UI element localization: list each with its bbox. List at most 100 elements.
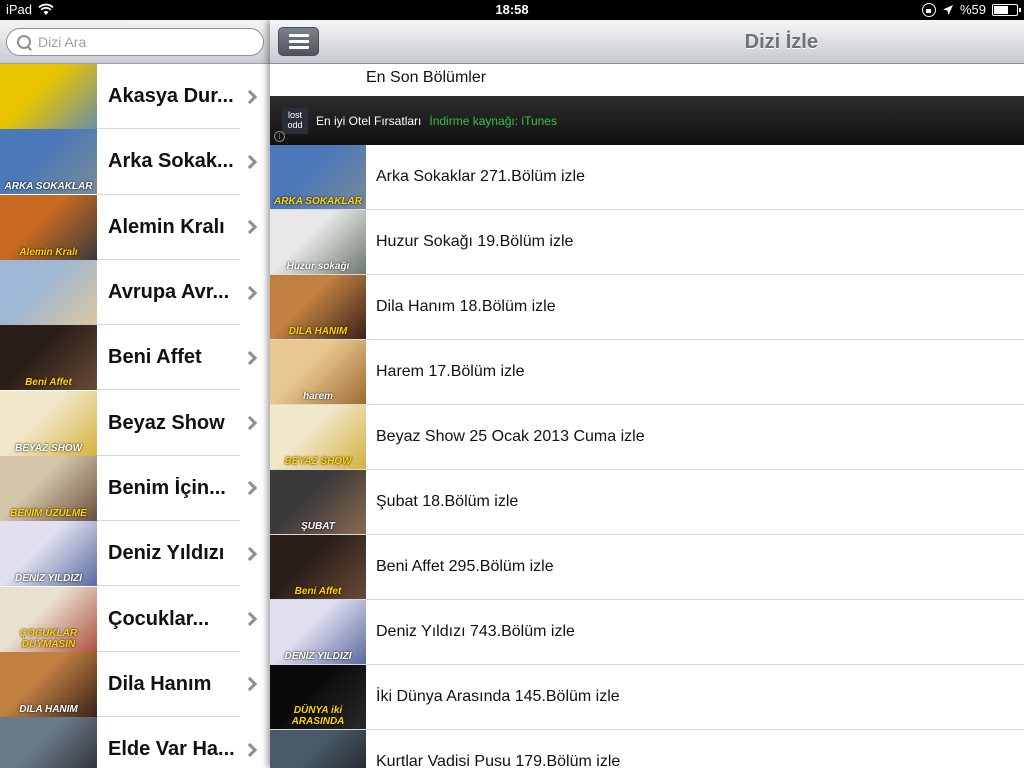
thumbnail-image: harem — [270, 340, 366, 404]
episode-row[interactable]: Huzur sokağı Huzur Sokağı 19.Bölüm izle — [270, 210, 1024, 275]
thumbnail-image: Beni Affet — [270, 535, 366, 599]
thumbnail-image: DENİZ YILDIZI — [0, 521, 97, 587]
episode-row[interactable]: harem Harem 17.Bölüm izle — [270, 340, 1024, 405]
status-time: 18:58 — [495, 2, 529, 17]
episode-title: Arka Sokaklar 271.Bölüm izle — [376, 168, 585, 185]
battery-icon — [992, 3, 1021, 16]
thumbnail-caption: ÇOCUKLAR DUYMASIN — [19, 627, 78, 650]
episode-row[interactable]: ARKA SOKAKLAR Arka Sokaklar 271.Bölüm izl… — [270, 145, 1024, 210]
series-row[interactable]: ÇOCUKLAR DUYMASIN Çocuklar... — [0, 586, 270, 652]
series-row[interactable]: Beni Affet Beni Affet — [0, 325, 270, 391]
series-name: Beyaz Show — [108, 411, 225, 434]
series-row[interactable]: BEYAZ SHOW Beyaz Show — [0, 390, 270, 457]
thumbnail-image: ARKA SOKAKLAR — [270, 145, 366, 209]
series-name: Alemin Kralı — [108, 215, 225, 238]
episode-list: ARKA SOKAKLAR Arka Sokaklar 271.Bölüm izl… — [270, 145, 1024, 768]
episode-row[interactable]: BEYAZ SHOW Beyaz Show 25 Ocak 2013 Cuma i… — [270, 405, 1024, 470]
episode-row[interactable]: DÜNYA iki ARASINDA İki Dünya Arasında 145… — [270, 665, 1024, 730]
thumbnail-image: BEYAZ SHOW — [0, 390, 97, 456]
chevron-right-icon — [239, 413, 261, 433]
thumbnail-image: Alemin Kralı — [0, 194, 97, 260]
episode-title: Beni Affet 295.Bölüm izle — [376, 558, 554, 575]
search-input[interactable] — [38, 34, 238, 50]
thumbnail-image: BENİM ÜZÜLME — [0, 455, 97, 521]
status-bar: iPad 18:58 %59 — [0, 0, 1024, 20]
thumbnail-image: ŞUBAT — [270, 470, 366, 534]
series-name: Dila Hanım — [108, 672, 212, 695]
location-icon — [942, 4, 953, 15]
thumbnail-caption: Alemin Kralı — [19, 246, 78, 258]
episode-title: Kurtlar Vadisi Pusu 179.Bölüm izle — [376, 753, 621, 768]
chevron-right-icon — [239, 348, 261, 368]
chevron-right-icon — [239, 674, 261, 694]
thumbnail-image — [0, 64, 97, 130]
rotation-lock-icon — [921, 2, 936, 17]
series-name: Avrupa Avr... — [108, 281, 230, 304]
episode-title: Huzur Sokağı 19.Bölüm izle — [376, 233, 574, 250]
chevron-right-icon — [239, 478, 261, 498]
thumbnail-caption: BENİM ÜZÜLME — [10, 507, 87, 519]
chevron-right-icon — [239, 740, 261, 760]
battery-percent: %59 — [959, 2, 986, 17]
series-row[interactable]: Elde Var Ha... — [0, 716, 270, 768]
episode-row[interactable]: DENİZ YILDIZI Deniz Yıldızı 743.Bölüm izl… — [270, 600, 1024, 665]
series-name: Elde Var Ha... — [108, 738, 235, 761]
series-row[interactable]: Akasya Dur... — [0, 64, 270, 130]
thumbnail-image: DÜNYA iki ARASINDA — [270, 665, 366, 729]
main-panel: Dizi İzle En Son Bölümler lost odd En iy… — [270, 20, 1024, 768]
series-name: Beni Affet — [108, 346, 202, 369]
search-bar — [0, 20, 270, 64]
series-row[interactable]: BENİM ÜZÜLME Benim İçin... — [0, 455, 270, 522]
chevron-right-icon — [239, 217, 261, 237]
chevron-right-icon — [239, 609, 261, 629]
page-title: Dizi İzle — [744, 31, 818, 53]
episode-title: Beyaz Show 25 Ocak 2013 Cuma izle — [376, 428, 645, 445]
series-name: Arka Sokak... — [108, 150, 234, 173]
series-name: Benim İçin... — [108, 476, 226, 499]
episode-row[interactable]: Beni Affet Beni Affet 295.Bölüm izle — [270, 535, 1024, 600]
thumbnail-caption: DILA HANIM — [288, 326, 348, 337]
thumbnail-caption: Huzur sokağı — [286, 261, 350, 272]
series-row[interactable]: DENİZ YILDIZI Deniz Yıldızı — [0, 521, 270, 587]
series-row[interactable]: DILA HANIM Dila Hanım — [0, 651, 270, 718]
thumbnail-image: Beni Affet — [0, 325, 97, 391]
series-name: Akasya Dur... — [108, 85, 234, 108]
thumbnail-image — [0, 260, 97, 326]
thumbnail-image: DILA HANIM — [270, 275, 366, 339]
episode-title: Şubat 18.Bölüm izle — [376, 493, 519, 510]
chevron-right-icon — [239, 152, 261, 172]
nav-bar: Dizi İzle — [270, 20, 1024, 64]
chevron-right-icon — [239, 544, 261, 564]
section-header: En Son Bölümler — [270, 64, 1024, 96]
series-list: Akasya Dur... ARKA SOKAKLAR Arka Sokak... A… — [0, 64, 270, 768]
thumbnail-caption: Beni Affet — [294, 586, 342, 597]
episode-row[interactable]: ŞUBAT Şubat 18.Bölüm izle — [270, 470, 1024, 535]
thumbnail-image: Huzur sokağı — [270, 210, 366, 274]
info-icon[interactable]: i — [274, 131, 285, 142]
series-name: Çocuklar... — [108, 607, 210, 630]
thumbnail-caption: DENİZ YILDIZI — [14, 573, 83, 585]
thumbnail-caption: ARKA SOKAKLAR — [4, 181, 93, 193]
series-row[interactable]: ARKA SOKAKLAR Arka Sokak... — [0, 129, 270, 195]
series-row[interactable]: Alemin Kralı Alemin Kralı — [0, 194, 270, 261]
thumbnail-image: DILA HANIM — [0, 651, 97, 717]
chevron-right-icon — [239, 87, 261, 107]
ad-banner[interactable]: lost odd En iyi Otel Fırsatları İndirme … — [270, 96, 1024, 145]
series-sidebar: Akasya Dur...ARKA SOKAKLARArka Sokak...A… — [0, 20, 270, 768]
ad-text: En iyi Otel Fırsatları — [316, 113, 422, 128]
search-icon — [17, 34, 32, 50]
episode-row[interactable]: DILA HANIM Dila Hanım 18.Bölüm izle — [270, 275, 1024, 340]
search-field[interactable] — [6, 28, 264, 56]
series-name: Deniz Yıldızı — [108, 542, 225, 565]
thumbnail-caption: ARKA SOKAKLAR — [274, 196, 362, 207]
ad-source: İndirme kaynağı: iTunes — [429, 113, 557, 128]
thumbnail-caption: DENİZ YILDIZI — [284, 651, 352, 662]
episode-title: Harem 17.Bölüm izle — [376, 363, 525, 380]
episode-row[interactable]: Kurtlar Vadisi Pusu 179.Bölüm izle — [270, 730, 1024, 768]
thumbnail-caption: harem — [302, 391, 333, 402]
thumbnail-image — [270, 730, 366, 768]
series-row[interactable]: Avrupa Avr... — [0, 259, 270, 326]
thumbnail-caption: BEYAZ SHOW — [284, 456, 352, 467]
thumbnail-image: BEYAZ SHOW — [270, 405, 366, 469]
thumbnail-caption: BEYAZ SHOW — [14, 442, 83, 454]
